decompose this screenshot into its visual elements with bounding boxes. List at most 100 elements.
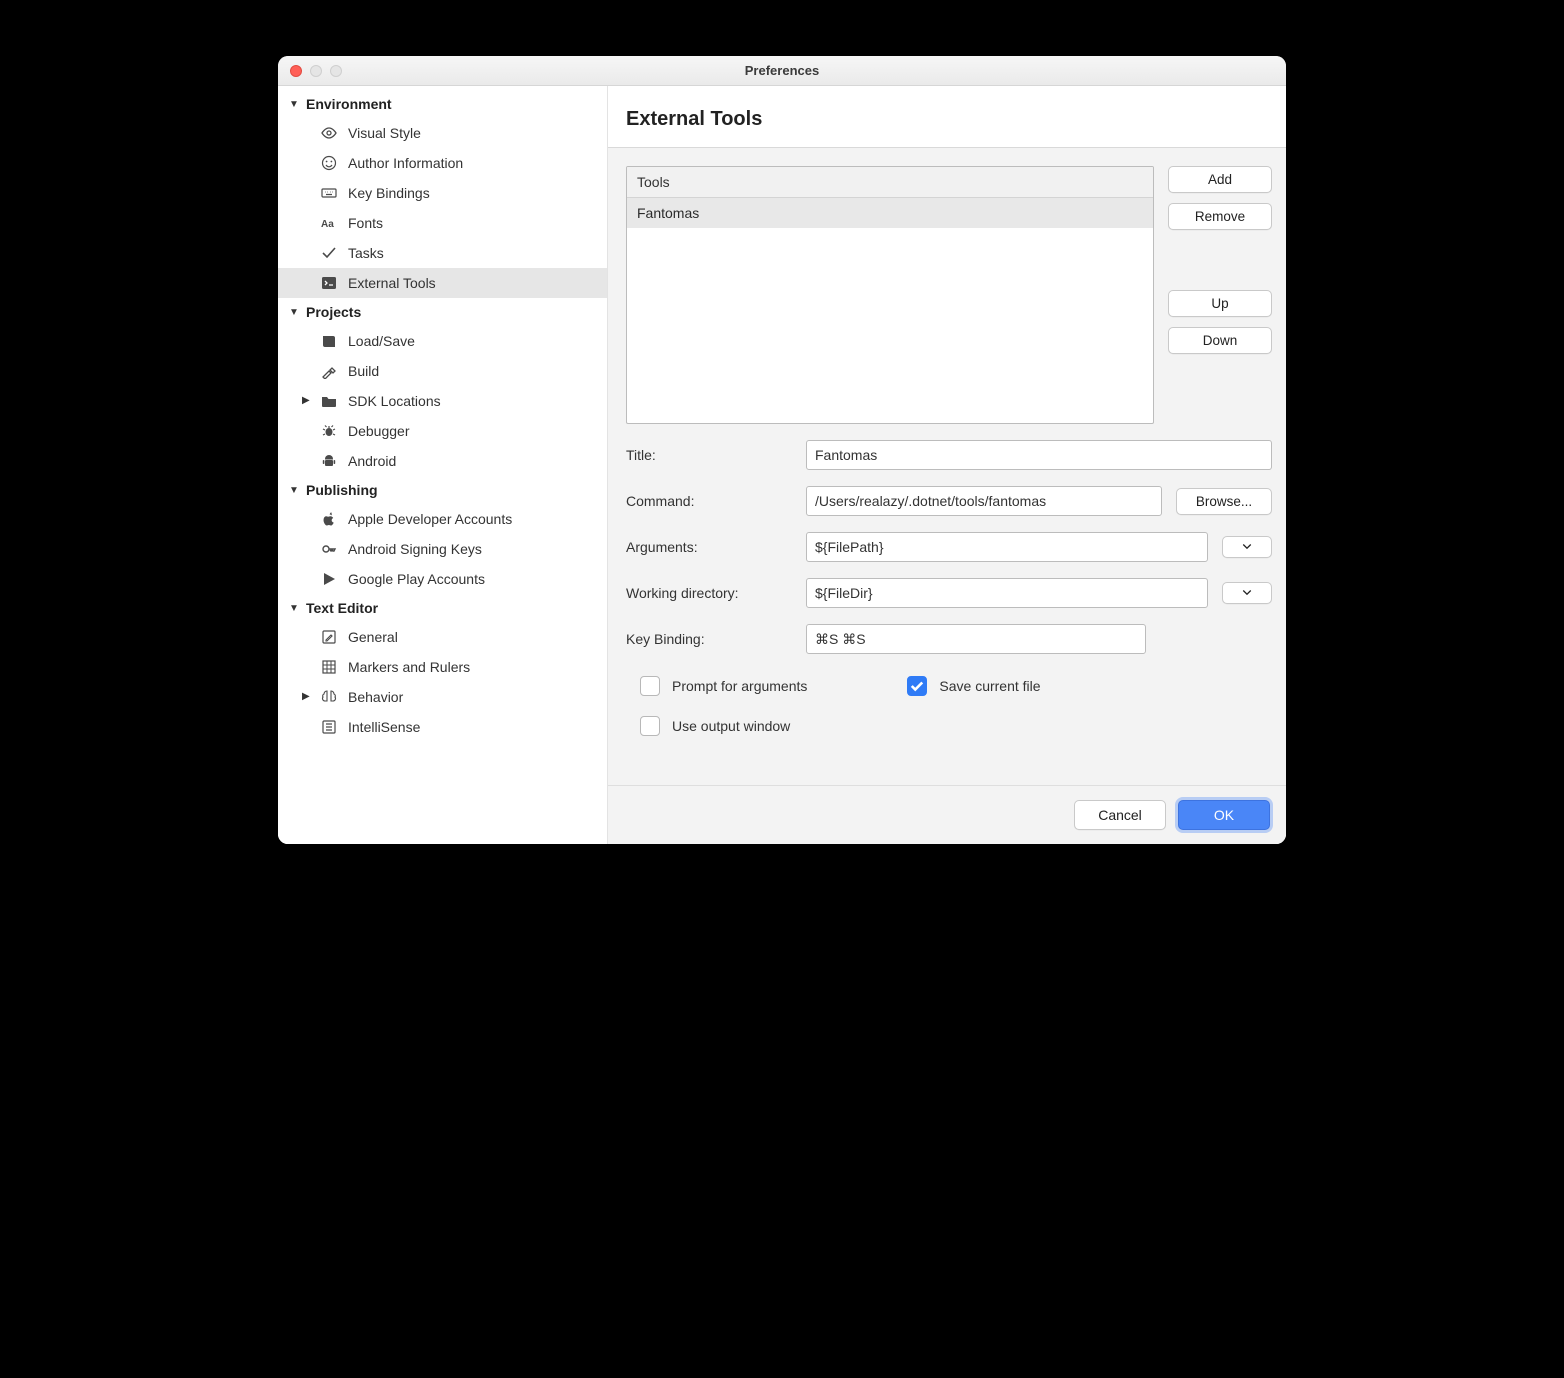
arguments-input[interactable] [806, 532, 1208, 562]
sidebar-item-key-bindings[interactable]: Key Bindings [278, 178, 607, 208]
tools-list[interactable]: Tools Fantomas [626, 166, 1154, 424]
window-close-button[interactable] [290, 65, 302, 77]
sidebar-item-label: Google Play Accounts [348, 571, 485, 587]
play-icon [320, 570, 338, 588]
sidebar-item-load-save[interactable]: Load/Save [278, 326, 607, 356]
disclosure-triangle-icon: ▼ [288, 485, 300, 496]
remove-button[interactable]: Remove [1168, 203, 1272, 230]
grid-icon [320, 658, 338, 676]
sidebar-item-fonts[interactable]: Fonts [278, 208, 607, 238]
chevron-down-icon [1242, 542, 1252, 552]
bug-icon [320, 422, 338, 440]
sidebar-section-header[interactable]: ▼ Environment [278, 90, 607, 118]
disclosure-triangle-icon: ▶ [302, 395, 310, 406]
sidebar-item-android[interactable]: Android [278, 446, 607, 476]
command-label: Command: [626, 493, 792, 509]
smile-icon [320, 154, 338, 172]
command-input[interactable] [806, 486, 1162, 516]
up-button[interactable]: Up [1168, 290, 1272, 317]
tools-list-item[interactable]: Fantomas [627, 198, 1153, 228]
sidebar-section-label: Projects [306, 304, 361, 320]
workdir-label: Working directory: [626, 585, 792, 601]
disclosure-triangle-icon: ▶ [302, 691, 310, 702]
preferences-window: Preferences ▼ Environment Visual Style Auth… [278, 56, 1286, 844]
chevron-down-icon [1242, 588, 1252, 598]
tools-list-header: Tools [627, 167, 1153, 198]
sidebar-section-header[interactable]: ▼Publishing [278, 476, 607, 504]
sidebar-item-general[interactable]: General [278, 622, 607, 652]
workdir-variables-button[interactable] [1222, 582, 1272, 604]
dialog-footer: Cancel OK [608, 785, 1286, 844]
output-label: Use output window [672, 718, 790, 734]
sidebar-item-intellisense[interactable]: IntelliSense [278, 712, 607, 742]
folder-icon [320, 392, 338, 410]
title-input[interactable] [806, 440, 1272, 470]
sidebar-item-label: Load/Save [348, 333, 415, 349]
sidebar-item-label: IntelliSense [348, 719, 420, 735]
disclosure-triangle-icon: ▼ [288, 307, 300, 318]
hammer-icon [320, 362, 338, 380]
sidebar-item-apple-dev[interactable]: Apple Developer Accounts [278, 504, 607, 534]
browse-button[interactable]: Browse... [1176, 488, 1272, 515]
sidebar-item-external-tools[interactable]: External Tools [278, 268, 607, 298]
sidebar-item-debugger[interactable]: Debugger [278, 416, 607, 446]
window-title: Preferences [278, 63, 1286, 78]
sidebar-item-label: Build [348, 363, 379, 379]
sidebar-item-label: Behavior [348, 689, 403, 705]
sidebar-item-tasks[interactable]: Tasks [278, 238, 607, 268]
keybinding-label: Key Binding: [626, 631, 792, 647]
sidebar-item-behavior[interactable]: ▶ Behavior [278, 682, 607, 712]
sidebar-section-header[interactable]: ▼ Projects [278, 298, 607, 326]
sidebar-section-header[interactable]: ▼Text Editor [278, 594, 607, 622]
sidebar-item-markers[interactable]: Markers and Rulers [278, 652, 607, 682]
keybinding-input[interactable] [806, 624, 1146, 654]
arguments-label: Arguments: [626, 539, 792, 555]
sidebar-item-label: Author Information [348, 155, 463, 171]
book-icon [320, 332, 338, 350]
list-icon [320, 718, 338, 736]
sidebar-item-label: Visual Style [348, 125, 421, 141]
sidebar-item-label: Apple Developer Accounts [348, 511, 512, 527]
keyboard-icon [320, 184, 338, 202]
save-checkbox[interactable] [907, 676, 927, 696]
content-heading: External Tools [608, 86, 1286, 148]
content-pane: External Tools Tools Fantomas Add Remove… [608, 86, 1286, 844]
sidebar-item-label: Android [348, 453, 396, 469]
sidebar-section-label: Environment [306, 96, 392, 112]
prompt-checkbox[interactable] [640, 676, 660, 696]
save-label: Save current file [939, 678, 1040, 694]
title-label: Title: [626, 447, 792, 463]
preferences-sidebar[interactable]: ▼ Environment Visual Style Author Informati… [278, 86, 608, 844]
checkmark-icon [910, 679, 924, 693]
sidebar-item-label: Fonts [348, 215, 383, 231]
android-icon [320, 452, 338, 470]
sidebar-item-build[interactable]: Build [278, 356, 607, 386]
arguments-variables-button[interactable] [1222, 536, 1272, 558]
sidebar-item-label: Debugger [348, 423, 410, 439]
sidebar-item-visual-style[interactable]: Visual Style [278, 118, 607, 148]
sidebar-item-label: SDK Locations [348, 393, 441, 409]
workdir-input[interactable] [806, 578, 1208, 608]
window-minimize-button[interactable] [310, 65, 322, 77]
aa-icon [320, 214, 338, 232]
sidebar-item-author-info[interactable]: Author Information [278, 148, 607, 178]
sidebar-item-sdk-locations[interactable]: ▶ SDK Locations [278, 386, 607, 416]
window-zoom-button[interactable] [330, 65, 342, 77]
sidebar-item-google-play[interactable]: Google Play Accounts [278, 564, 607, 594]
sidebar-item-label: Key Bindings [348, 185, 430, 201]
key-icon [320, 540, 338, 558]
pencil-icon [320, 628, 338, 646]
check-icon [320, 244, 338, 262]
disclosure-triangle-icon: ▼ [288, 99, 300, 110]
cancel-button[interactable]: Cancel [1074, 800, 1166, 830]
add-button[interactable]: Add [1168, 166, 1272, 193]
sidebar-item-label: Markers and Rulers [348, 659, 470, 675]
titlebar[interactable]: Preferences [278, 56, 1286, 86]
disclosure-triangle-icon: ▼ [288, 603, 300, 614]
down-button[interactable]: Down [1168, 327, 1272, 354]
ok-button[interactable]: OK [1178, 800, 1270, 830]
sidebar-item-android-sign[interactable]: Android Signing Keys [278, 534, 607, 564]
output-checkbox[interactable] [640, 716, 660, 736]
prompt-label: Prompt for arguments [672, 678, 807, 694]
eye-icon [320, 124, 338, 142]
